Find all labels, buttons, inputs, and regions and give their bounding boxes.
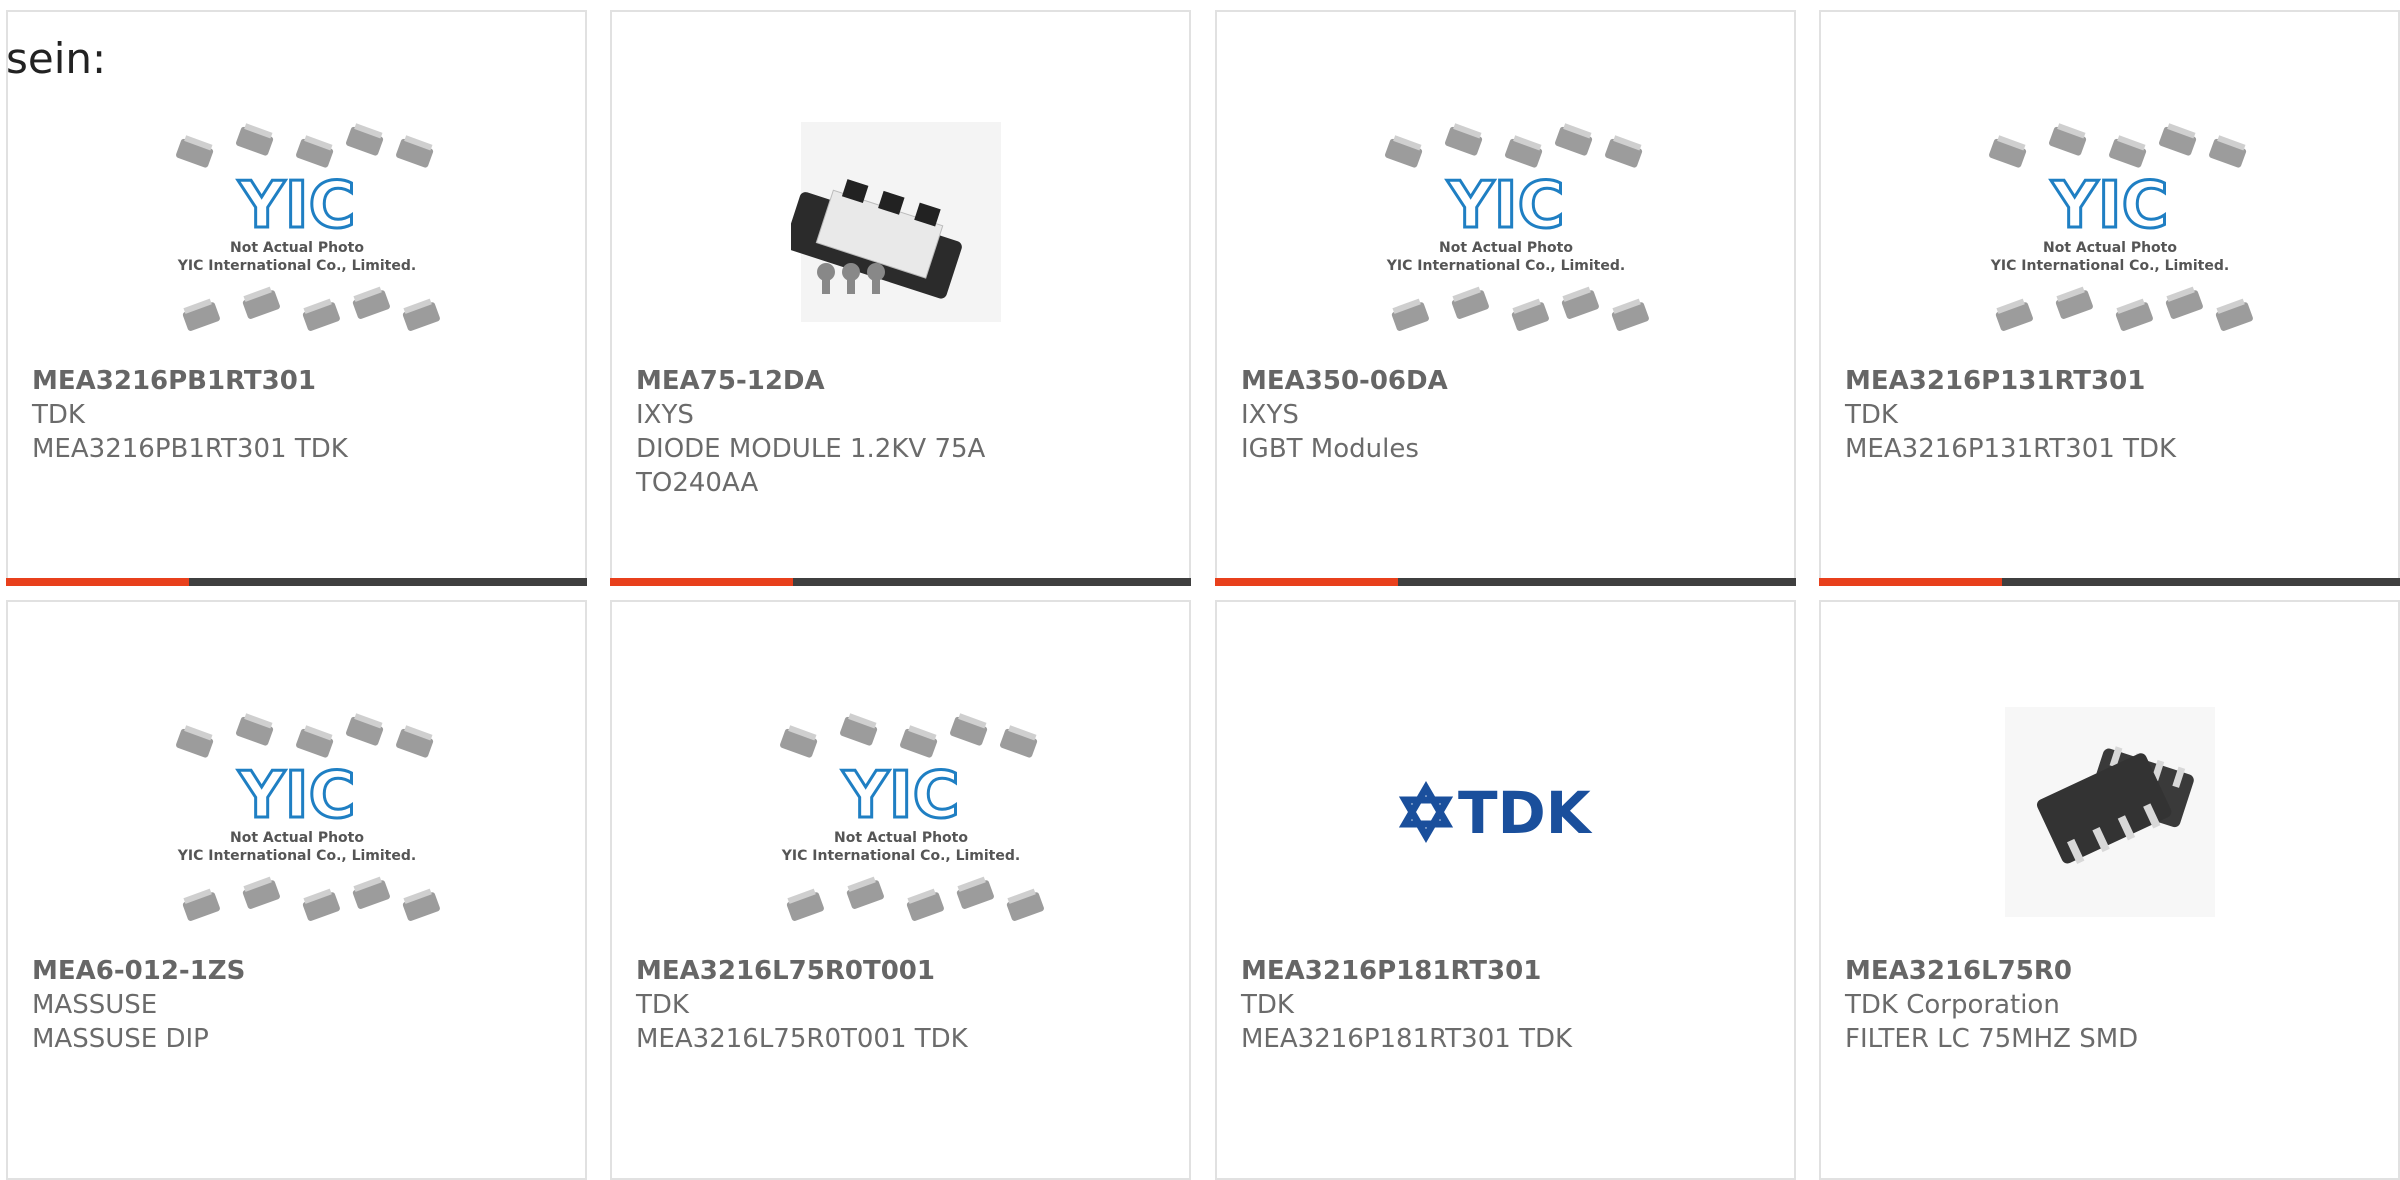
product-description: MEA3216L75R0T001 TDK: [636, 1024, 968, 1054]
svg-text:YIC International Co., Limited: YIC International Co., Limited.: [780, 848, 1019, 864]
product-part-number[interactable]: MEA3216P181RT301: [1241, 954, 1774, 988]
product-card[interactable]: MEA75-12DA IXYS DIODE MODULE 1.2KV 75A TO24…: [610, 10, 1191, 586]
product-manufacturer: IXYS: [1241, 400, 1299, 430]
product-info: MEA3216P181RT301 TDK MEA3216P181RT301 TDK: [1241, 954, 1774, 1056]
card-hover-bar: [1215, 578, 1796, 586]
product-image[interactable]: TDK: [1217, 672, 1794, 952]
svg-text:YIC: YIC: [1446, 169, 1564, 243]
card-hover-bar: [610, 578, 1191, 586]
product-card[interactable]: YIC Not Actual Photo YIC International C…: [1819, 10, 2400, 586]
svg-text:YIC: YIC: [841, 759, 959, 833]
smd-filter-image: [2004, 707, 2215, 917]
product-part-number[interactable]: MEA3216L75R0: [1845, 954, 2378, 988]
product-manufacturer: TDK: [32, 400, 85, 430]
placeholder-image: YIC Not Actual Photo YIC International C…: [779, 713, 1044, 921]
product-image[interactable]: YIC Not Actual Photo YIC International C…: [1217, 82, 1794, 362]
product-part-number[interactable]: MEA6-012-1ZS: [32, 954, 565, 988]
product-part-number[interactable]: MEA3216PB1RT301: [32, 364, 565, 398]
product-part-number[interactable]: MEA75-12DA: [636, 364, 1169, 398]
product-description: FILTER LC 75MHZ SMD: [1845, 1024, 2139, 1054]
product-card[interactable]: MEA3216L75R0 TDK Corporation FILTER LC 75M…: [1819, 600, 2400, 1180]
product-info: MEA3216L75R0 TDK Corporation FILTER LC 75M…: [1845, 954, 2378, 1056]
product-image[interactable]: YIC Not Actual Photo YIC International C…: [612, 672, 1189, 952]
card-hover-bar-accent: [1819, 578, 2002, 586]
product-description: MEA3216PB1RT301 TDK: [32, 434, 348, 464]
placeholder-image: YIC Not Actual Photo YIC International C…: [175, 123, 440, 331]
product-description: DIODE MODULE 1.2KV 75A: [636, 434, 986, 464]
product-description: MASSUSE DIP: [32, 1024, 209, 1054]
product-manufacturer: TDK: [1845, 400, 1898, 430]
intro-text: sein:: [6, 34, 107, 83]
svg-text:TDK: TDK: [1458, 779, 1593, 847]
product-info: MEA3216P131RT301 TDK MEA3216P131RT301 TDK: [1845, 364, 2378, 466]
product-info: MEA3216PB1RT301 TDK MEA3216PB1RT301 TDK: [32, 364, 565, 466]
product-card[interactable]: TDK MEA3216P181RT301 TDK MEA3216P181RT301 …: [1215, 600, 1796, 1180]
product-info: MEA6-012-1ZS MASSUSE MASSUSE DIP: [32, 954, 565, 1056]
product-card[interactable]: YIC Not Actual Photo YIC International C…: [1215, 10, 1796, 586]
diode-module-image: [790, 122, 1001, 322]
product-description: TO240AA: [636, 468, 759, 498]
product-info: MEA3216L75R0T001 TDK MEA3216L75R0T001 TDK: [636, 954, 1169, 1056]
card-hover-bar-accent: [610, 578, 793, 586]
card-hover-bar-accent: [6, 578, 189, 586]
svg-text:Not Actual Photo: Not Actual Photo: [1439, 240, 1573, 256]
product-card[interactable]: YIC Not Actual Photo YIC International C…: [6, 10, 587, 586]
svg-text:Not Actual Photo: Not Actual Photo: [230, 240, 364, 256]
svg-text:YIC International Co., Limited: YIC International Co., Limited.: [176, 848, 415, 864]
placeholder-image: YIC Not Actual Photo YIC International C…: [1988, 123, 2253, 331]
product-manufacturer: TDK: [636, 990, 689, 1020]
product-description: IGBT Modules: [1241, 434, 1419, 464]
svg-text:YIC: YIC: [237, 759, 355, 833]
card-hover-bar-accent: [1215, 578, 1398, 586]
product-description: MEA3216P131RT301 TDK: [1845, 434, 2177, 464]
product-info: MEA75-12DA IXYS DIODE MODULE 1.2KV 75A TO24…: [636, 364, 1169, 500]
product-card[interactable]: YIC Not Actual Photo YIC International C…: [6, 600, 587, 1180]
product-image[interactable]: YIC Not Actual Photo YIC International C…: [1821, 82, 2398, 362]
svg-text:YIC: YIC: [237, 169, 355, 243]
product-manufacturer: TDK Corporation: [1845, 990, 2060, 1020]
svg-text:Not Actual Photo: Not Actual Photo: [834, 830, 968, 846]
svg-text:YIC International Co., Limited: YIC International Co., Limited.: [1989, 258, 2228, 274]
svg-text:YIC International Co., Limited: YIC International Co., Limited.: [176, 258, 415, 274]
product-info: MEA350-06DA IXYS IGBT Modules: [1241, 364, 1774, 466]
product-manufacturer: TDK: [1241, 990, 1294, 1020]
product-image[interactable]: [1821, 672, 2398, 952]
product-part-number[interactable]: MEA3216L75R0T001: [636, 954, 1169, 988]
svg-text:YIC: YIC: [2050, 169, 2168, 243]
placeholder-image: YIC Not Actual Photo YIC International C…: [1384, 123, 1649, 331]
product-card[interactable]: YIC Not Actual Photo YIC International C…: [610, 600, 1191, 1180]
product-image[interactable]: YIC Not Actual Photo YIC International C…: [8, 82, 585, 362]
card-hover-bar: [6, 578, 587, 586]
tdk-logo-image: TDK: [1398, 779, 1593, 847]
product-part-number[interactable]: MEA3216P131RT301: [1845, 364, 2378, 398]
placeholder-image: YIC Not Actual Photo YIC International C…: [175, 713, 440, 921]
svg-text:Not Actual Photo: Not Actual Photo: [2043, 240, 2177, 256]
product-image[interactable]: [612, 82, 1189, 362]
product-description: MEA3216P181RT301 TDK: [1241, 1024, 1573, 1054]
product-part-number[interactable]: MEA350-06DA: [1241, 364, 1774, 398]
svg-text:YIC International Co., Limited: YIC International Co., Limited.: [1385, 258, 1624, 274]
card-hover-bar: [1819, 578, 2400, 586]
product-image[interactable]: YIC Not Actual Photo YIC International C…: [8, 672, 585, 952]
svg-text:Not Actual Photo: Not Actual Photo: [230, 830, 364, 846]
product-manufacturer: MASSUSE: [32, 990, 158, 1020]
product-manufacturer: IXYS: [636, 400, 694, 430]
